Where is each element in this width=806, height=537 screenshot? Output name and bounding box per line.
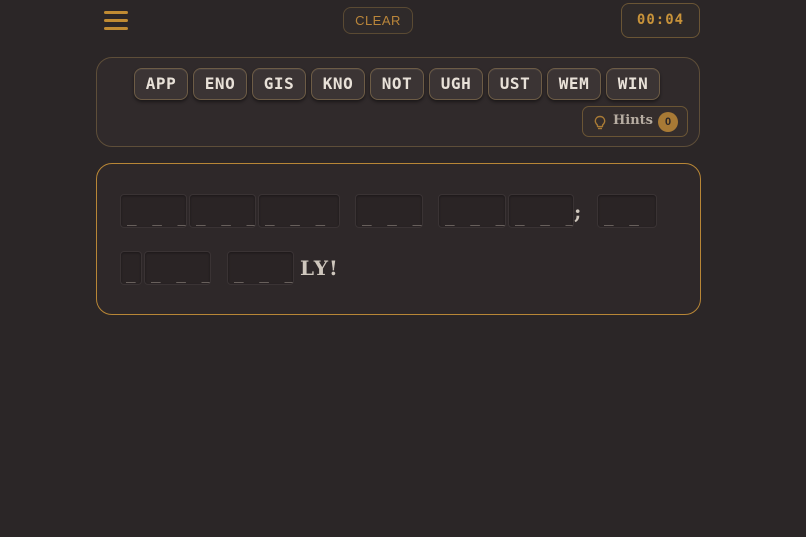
- hints-button[interactable]: Hints 0: [582, 106, 688, 137]
- tile-tray: APP ENO GIS KNO NOT UGH UST WEM WIN Hint…: [96, 57, 700, 147]
- answer-slot[interactable]: _ _ _: [227, 251, 294, 285]
- hamburger-menu-icon[interactable]: [104, 10, 128, 32]
- answer-slot[interactable]: _ _ _: [144, 251, 211, 285]
- hints-count-badge: 0: [658, 112, 678, 132]
- answer-slot[interactable]: _ _ _: [355, 194, 423, 228]
- clear-button[interactable]: CLEAR: [343, 7, 413, 34]
- timer-display: 00:04: [621, 3, 700, 38]
- letter-tile[interactable]: WEM: [547, 68, 601, 100]
- menu-line: [104, 27, 128, 30]
- answer-slot[interactable]: _ _ _: [438, 194, 506, 228]
- answer-slot[interactable]: _ _ _: [258, 194, 340, 228]
- menu-line: [104, 11, 128, 14]
- punctuation-semicolon: ;: [574, 200, 583, 224]
- letter-tile[interactable]: APP: [134, 68, 188, 100]
- letter-tile[interactable]: GIS: [252, 68, 306, 100]
- fixed-letters: LY!: [300, 256, 339, 280]
- answer-slot[interactable]: _ _ _: [508, 194, 574, 228]
- letter-tile[interactable]: ENO: [193, 68, 247, 100]
- puzzle-board: _ _ _ _ _ _ _ _ _ _ _ _ _ _ _ _ _ _ ; _ …: [96, 163, 701, 315]
- answer-slot[interactable]: _ _: [597, 194, 657, 228]
- letter-tile[interactable]: WIN: [606, 68, 660, 100]
- answer-slot[interactable]: _ _ _: [189, 194, 256, 228]
- letter-tile[interactable]: UST: [488, 68, 542, 100]
- menu-line: [104, 19, 128, 22]
- answer-slot[interactable]: _ _ _: [120, 194, 187, 228]
- lightbulb-icon: [594, 115, 606, 130]
- letter-tile[interactable]: NOT: [370, 68, 424, 100]
- tile-list: APP ENO GIS KNO NOT UGH UST WEM WIN: [134, 68, 660, 100]
- answer-slot[interactable]: _: [120, 251, 142, 285]
- letter-tile[interactable]: KNO: [311, 68, 365, 100]
- hints-label: Hints: [613, 113, 653, 128]
- letter-tile[interactable]: UGH: [429, 68, 483, 100]
